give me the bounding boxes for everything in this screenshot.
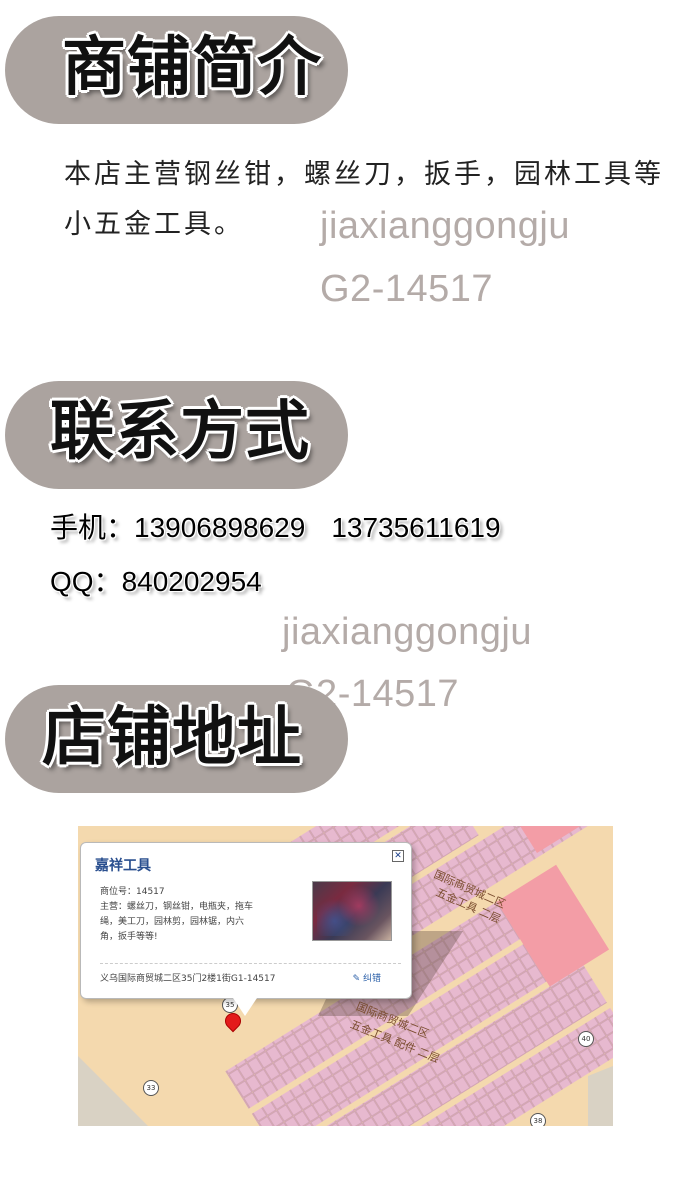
popup-edit-link[interactable]: ✎ 纠错: [353, 971, 381, 984]
popup-body-text: 商位号：14517 主营：螺丝刀，钢丝钳，电瓶夹，拖车绳，美工刀，园林剪，园林锯…: [100, 887, 254, 942]
watermark-line-2: G2-14517: [320, 268, 494, 310]
qq-number: 840202954: [121, 566, 262, 597]
map-info-popup: 嘉祥工具 ✕ 商位号：14517 主营：螺丝刀，钢丝钳，电瓶夹，拖车绳，美工刀，…: [80, 842, 412, 1016]
section-title-contact: 联系方式: [50, 395, 310, 469]
edit-icon: ✎: [352, 974, 361, 984]
popup-divider: [100, 963, 401, 964]
popup-body: 商位号：14517 主营：螺丝刀，钢丝钳，电瓶夹，拖车绳，美工刀，园林剪，园林锯…: [100, 885, 260, 945]
phone-line: 手机：13906898629 13735611619: [50, 506, 501, 546]
watermark-line-3: jiaxianggongju: [282, 611, 532, 653]
map[interactable]: 国际商贸城二区 五金工具 二层 国际商贸城二区 五金工具 配件 二层 35 33…: [78, 826, 613, 1126]
road-badge-33: 33: [143, 1080, 159, 1096]
popup-address: 义乌国际商贸城二区35门2楼1街G1-14517: [100, 974, 276, 984]
qq-line: QQ：840202954: [50, 560, 262, 600]
watermark-line-1: jiaxianggongju: [320, 205, 570, 247]
popup-edit-label: 纠错: [362, 974, 381, 984]
section-title-address: 店铺地址: [42, 701, 302, 775]
road-badge-38: 38: [530, 1113, 546, 1126]
qq-label: QQ：: [50, 566, 122, 597]
road-badge-40: 40: [578, 1031, 594, 1047]
phone-number-1: 13906898629: [134, 512, 306, 543]
close-icon[interactable]: ✕: [392, 850, 404, 862]
phone-label: 手机：: [50, 512, 135, 543]
section-title-intro: 商铺简介: [62, 31, 322, 105]
shop-photo[interactable]: [312, 881, 392, 941]
popup-tail: [233, 998, 257, 1016]
intro-line-1: 本店主营钢丝钳，螺丝刀，扳手，园林工具等: [64, 159, 664, 190]
phone-number-2: 13735611619: [331, 512, 501, 543]
popup-title: 嘉祥工具: [95, 858, 151, 874]
